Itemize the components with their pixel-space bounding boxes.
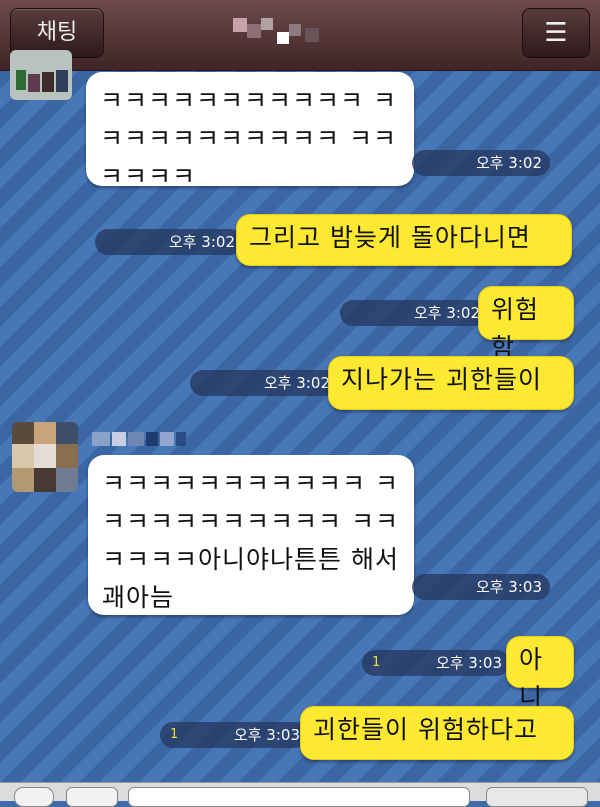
add-button[interactable] — [14, 787, 54, 807]
message-time: 오후 3:02 — [190, 370, 338, 396]
time-text: 오후 3:02 — [475, 154, 542, 172]
unread-count: 1 — [170, 727, 179, 742]
menu-button[interactable]: ☰ — [522, 8, 590, 58]
message-bubble-sent: 아니 — [506, 636, 574, 712]
time-text: 오후 3:03 — [475, 578, 542, 596]
message-text: ㅋㅋㅋㅋㅋㅋㅋㅋㅋㅋㅋ ㅋㅋㅋㅋㅋㅋㅋㅋㅋㅋㅋ ㅋㅋㅋㅋㅋㅋ — [100, 86, 397, 191]
time-text: 오후 3:03 — [233, 726, 300, 744]
message-bubble-sent: 그리고 밤늦게 돌아다니면 — [236, 214, 572, 266]
top-navigation-bar: 채팅 ☰ — [0, 0, 600, 71]
time-text: 오후 3:02 — [168, 233, 235, 251]
emoticon-button[interactable] — [66, 787, 118, 807]
avatar[interactable] — [12, 422, 78, 492]
message-time: 오후 3:02 — [412, 150, 550, 176]
message-time: 1 오후 3:03 — [362, 650, 510, 676]
menu-icon: ☰ — [544, 18, 568, 48]
message-bubble-sent: 지나가는 괴한들이 — [328, 356, 574, 410]
message-input[interactable] — [128, 787, 470, 807]
avatar[interactable] — [10, 50, 72, 100]
message-bubble-received: ㅋㅋㅋㅋㅋㅋㅋㅋㅋㅋㅋ ㅋㅋㅋㅋㅋㅋㅋㅋㅋㅋㅋ ㅋㅋㅋㅋㅋㅋ — [86, 72, 414, 191]
unread-count: 1 — [372, 655, 381, 670]
message-text: 그리고 밤늦게 돌아다니면 — [249, 223, 531, 252]
message-text: 아니 — [519, 645, 544, 712]
message-time: 오후 3:02 — [95, 229, 243, 255]
message-time: 오후 3:03 — [412, 574, 550, 600]
message-bubble-sent: 괴한들이 위험하다고 — [300, 706, 574, 760]
message-time: 오후 3:02 — [340, 300, 488, 326]
message-text: 괴한들이 위험하다고 — [313, 715, 538, 744]
message-text: ㅋㅋㅋㅋㅋㅋㅋㅋㅋㅋㅋ ㅋㅋㅋㅋㅋㅋㅋㅋㅋㅋㅋ ㅋㅋㅋㅋㅋㅋ아니야나튼튼 해서괘… — [102, 469, 399, 612]
chat-title-obscured — [225, 14, 335, 48]
message-bubble-received: ㅋㅋㅋㅋㅋㅋㅋㅋㅋㅋㅋ ㅋㅋㅋㅋㅋㅋㅋㅋㅋㅋㅋ ㅋㅋㅋㅋㅋㅋ아니야나튼튼 해서괘… — [88, 455, 414, 615]
time-text: 오후 3:02 — [263, 374, 330, 392]
time-text: 오후 3:03 — [435, 654, 502, 672]
sender-name-obscured — [92, 432, 192, 450]
message-bubble-sent: 위험함 — [478, 286, 574, 362]
time-text: 오후 3:02 — [413, 304, 480, 322]
input-bar — [0, 782, 600, 807]
message-text: 지나가는 괴한들이 — [341, 365, 542, 394]
send-button[interactable] — [486, 787, 588, 807]
message-time: 1 오후 3:03 — [160, 722, 308, 748]
